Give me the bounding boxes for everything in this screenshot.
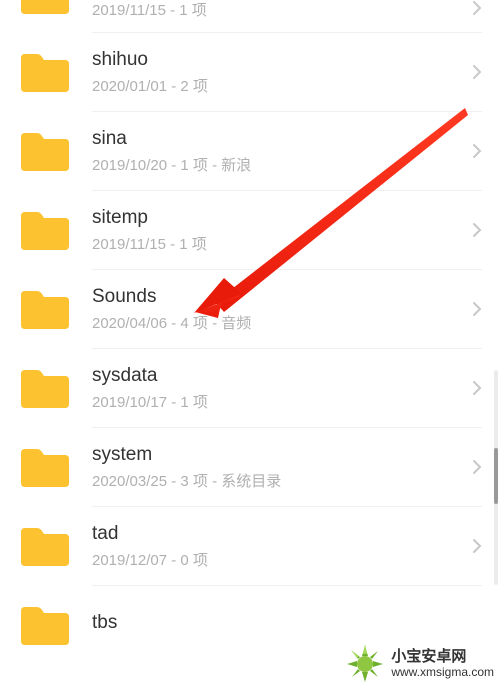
folder-name: sysdata [92,365,464,387]
folder-info: sysdata 2019/10/17 - 1 项 [92,365,464,412]
chevron-right-icon [472,64,482,80]
folder-meta: 2020/01/01 - 2 项 [92,75,464,96]
chevron-right-icon [472,0,482,16]
folder-icon [16,126,74,176]
chevron-right-icon [472,301,482,317]
folder-row[interactable]: sitemp 2019/11/15 - 1 项 [0,191,500,269]
folder-row[interactable]: tbs [0,586,500,650]
folder-info: sina 2019/10/20 - 1 项 - 新浪 [92,128,464,175]
chevron-right-icon [472,459,482,475]
folder-name: sina [92,128,464,150]
chevron-right-icon [472,222,482,238]
chevron-right-icon [472,538,482,554]
folder-meta: 2020/03/25 - 3 项 - 系统目录 [92,470,464,491]
watermark-logo-icon [343,642,387,686]
folder-icon [16,442,74,492]
folder-icon [16,600,74,650]
watermark: 小宝安卓网 www.xmsigma.com [343,642,494,686]
folder-name: system [92,444,464,466]
folder-icon [16,284,74,334]
folder-info: shihuo 2020/01/01 - 2 项 [92,49,464,96]
folder-name: shihuo [92,49,464,71]
folder-meta: 2019/11/15 - 1 项 [92,0,207,20]
watermark-title: 小宝安卓网 [391,648,466,665]
folder-name: tad [92,523,464,545]
folder-name: tbs [92,612,482,634]
folder-name: sitemp [92,207,464,229]
folder-row[interactable]: sysdata 2019/10/17 - 1 项 [0,349,500,427]
chevron-right-icon [472,380,482,396]
folder-info: system 2020/03/25 - 3 项 - 系统目录 [92,444,464,491]
folder-info: Sounds 2020/04/06 - 4 项 - 音频 [92,286,464,333]
folder-row[interactable]: tad 2019/12/07 - 0 项 [0,507,500,585]
folder-icon [16,363,74,413]
folder-meta: 2019/10/20 - 1 项 - 新浪 [92,154,464,175]
folder-row[interactable]: 2019/11/15 - 1 项 [0,0,500,32]
folder-meta: 2019/11/15 - 1 项 [92,233,464,254]
folder-info: 2019/11/15 - 1 项 [92,0,464,18]
folder-icon [16,521,74,571]
folder-row[interactable]: sina 2019/10/20 - 1 项 - 新浪 [0,112,500,190]
folder-icon [16,205,74,255]
folder-icon [16,0,74,18]
file-list: 2019/11/15 - 1 项 shihuo 2020/01/01 - 2 项… [0,0,500,690]
chevron-right-icon [472,143,482,159]
folder-row[interactable]: shihuo 2020/01/01 - 2 项 [0,33,500,111]
watermark-url: www.xmsigma.com [391,666,494,680]
folder-row[interactable]: Sounds 2020/04/06 - 4 项 - 音频 [0,270,500,348]
folder-info: tad 2019/12/07 - 0 项 [92,523,464,570]
folder-info: tbs [92,612,482,638]
folder-row[interactable]: system 2020/03/25 - 3 项 - 系统目录 [0,428,500,506]
folder-meta: 2020/04/06 - 4 项 - 音频 [92,312,464,333]
folder-info: sitemp 2019/11/15 - 1 项 [92,207,464,254]
folder-meta: 2019/12/07 - 0 项 [92,549,464,570]
scrollbar-thumb[interactable] [494,448,498,504]
folder-icon [16,47,74,97]
folder-meta: 2019/10/17 - 1 项 [92,391,464,412]
folder-name: Sounds [92,286,464,308]
